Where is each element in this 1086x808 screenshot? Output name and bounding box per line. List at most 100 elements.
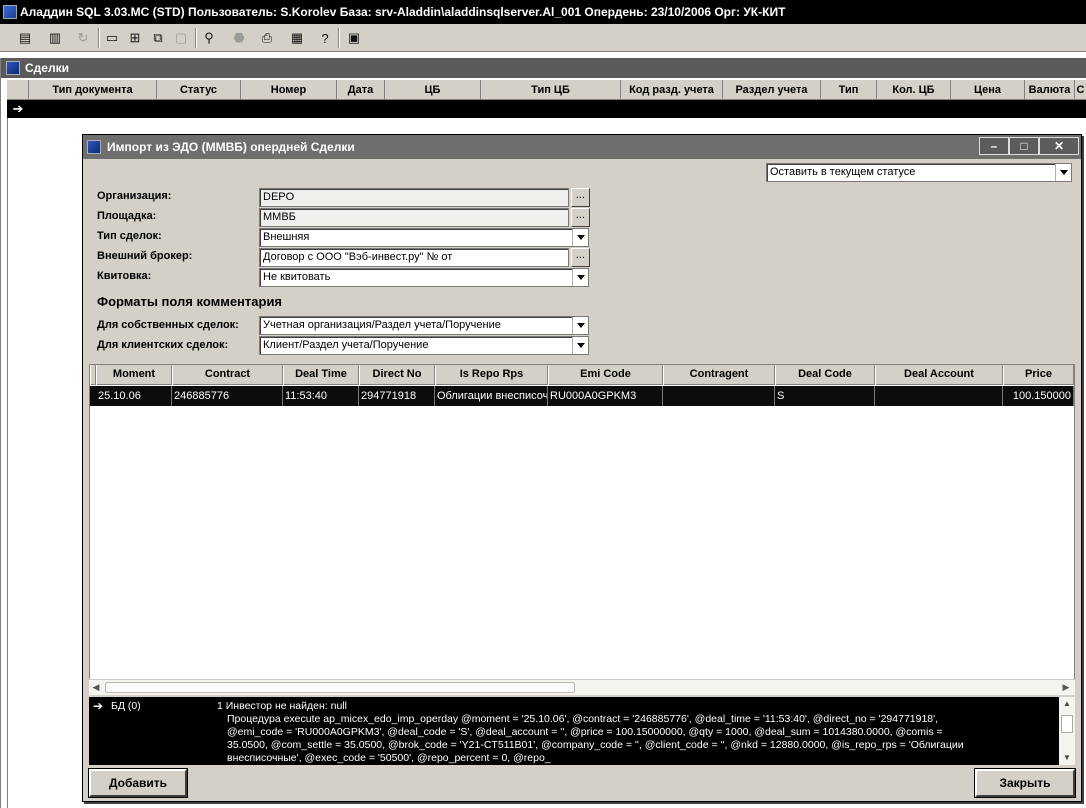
grid-col-deal-account[interactable]: Deal Account xyxy=(875,365,1003,385)
log-scroll-thumb[interactable] xyxy=(1061,715,1073,733)
window-icon[interactable]: ▭ xyxy=(101,27,123,49)
grid-col-contragent[interactable]: Contragent xyxy=(663,365,775,385)
log-line: внесписочные', @exec_code = '50500', @re… xyxy=(227,752,551,764)
grid-col-price[interactable]: Price xyxy=(1003,365,1074,385)
broker-label: Внешний брокер: xyxy=(97,250,193,262)
deals-col-doc-type[interactable]: Тип документа xyxy=(29,80,157,100)
log-vertical-scrollbar[interactable]: ▲ ▼ xyxy=(1059,697,1075,765)
deals-window-icon xyxy=(6,61,20,75)
import-dialog: Импорт из ЭДО (ММВБ) опердней Сделки – □… xyxy=(82,134,1082,802)
chevron-down-icon[interactable] xyxy=(572,317,588,334)
deals-col-security-type[interactable]: Тип ЦБ xyxy=(481,80,621,100)
scroll-thumb[interactable] xyxy=(105,682,575,693)
deals-col-number[interactable]: Номер xyxy=(241,80,337,100)
import-grid: Moment Contract Deal Time Direct No Is R… xyxy=(89,364,1075,694)
import-dialog-title-bar: Импорт из ЭДО (ММВБ) опердней Сделки – □… xyxy=(83,135,1081,159)
log-messages: 1 Инвестор не найден: null Процедура exe… xyxy=(217,700,1052,765)
status-select-value: Оставить в текущем статусе xyxy=(770,166,916,178)
matching-select[interactable]: Не квитовать xyxy=(259,268,589,287)
grid-col-is-repo-rps[interactable]: Is Repo Rps xyxy=(435,365,548,385)
refresh-icon[interactable]: ↻ xyxy=(72,27,94,49)
app-title-bar: Аладдин SQL 3.03.MC (STD) Пользователь: … xyxy=(0,0,1086,24)
venue-field[interactable]: ММВБ xyxy=(259,208,569,227)
deals-col-quantity[interactable]: Кол. ЦБ xyxy=(877,80,951,100)
import-dialog-title: Импорт из ЭДО (ММВБ) опердней Сделки xyxy=(107,140,355,154)
maximize-button[interactable]: □ xyxy=(1009,137,1039,155)
document-icon[interactable]: ▤ xyxy=(14,27,36,49)
deals-col-section-code[interactable]: Код разд. учета xyxy=(621,80,723,100)
cell-deal-time[interactable]: 11:53:40 xyxy=(283,386,359,406)
deals-col-date[interactable]: Дата xyxy=(337,80,385,100)
chevron-down-icon[interactable] xyxy=(572,337,588,354)
cell-price[interactable]: 100.150000 xyxy=(1003,386,1074,406)
cell-direct-no[interactable]: 294771918 xyxy=(359,386,435,406)
log-line: @emi_code = 'RU000A0GPKM3', @deal_code =… xyxy=(227,726,943,738)
deals-col-status[interactable]: Статус xyxy=(157,80,241,100)
client-deals-format-select[interactable]: Клиент/Раздел учета/Поручение xyxy=(259,336,589,355)
cascade-icon[interactable]: ⧉ xyxy=(147,27,169,49)
help-icon[interactable]: ? xyxy=(314,27,336,49)
venue-field-value: ММВБ xyxy=(263,211,296,223)
org-browse-button[interactable]: ... xyxy=(571,188,590,207)
grid-col-moment[interactable]: Moment xyxy=(96,365,172,385)
minimize-all-icon[interactable]: ▢ xyxy=(170,27,192,49)
print-icon[interactable]: ⎙ xyxy=(256,27,278,49)
log-source: БД (0) xyxy=(111,700,141,712)
cell-moment[interactable]: 25.10.06 xyxy=(96,386,172,406)
log-line: 35.0500, @com_settle = 35.0500, @brok_co… xyxy=(227,739,964,751)
grid-col-emi-code[interactable]: Emi Code xyxy=(548,365,663,385)
log-panel: ➔ БД (0) 1 Инвестор не найден: null Проц… xyxy=(89,697,1075,765)
deals-col-price[interactable]: Цена xyxy=(951,80,1025,100)
tile-icon[interactable]: ⊞ xyxy=(124,27,146,49)
app-icon xyxy=(3,5,17,19)
deals-window-title: Сделки xyxy=(25,61,69,75)
close-button[interactable]: Закрыть xyxy=(974,768,1076,798)
cell-contract[interactable]: 246885776 xyxy=(172,386,283,406)
stop-icon[interactable]: ⬣ xyxy=(228,27,250,49)
deals-window-title-bar: Сделки xyxy=(1,58,1086,78)
deal-type-select[interactable]: Внешняя xyxy=(259,228,589,247)
chevron-down-icon[interactable] xyxy=(1055,164,1071,181)
archive-icon[interactable]: ▥ xyxy=(44,27,66,49)
grid-col-deal-time[interactable]: Deal Time xyxy=(283,365,359,385)
cell-is-repo-rps[interactable]: Облигации внесписоч xyxy=(435,386,548,406)
scroll-left-icon[interactable]: ◀ xyxy=(89,680,103,695)
grid-col-contract[interactable]: Contract xyxy=(172,365,283,385)
close-window-button[interactable]: ✕ xyxy=(1039,137,1079,155)
deals-col-type[interactable]: Тип xyxy=(821,80,877,100)
settings-icon[interactable]: ▣ xyxy=(343,27,365,49)
add-button[interactable]: Добавить xyxy=(88,768,188,798)
grid-horizontal-scrollbar[interactable]: ◀ ▶ xyxy=(89,679,1075,695)
table-row[interactable]: 25.10.06 246885776 11:53:40 294771918 Об… xyxy=(90,386,1074,406)
client-deals-format-value: Клиент/Раздел учета/Поручение xyxy=(263,339,429,351)
grid-col-direct-no[interactable]: Direct No xyxy=(359,365,435,385)
broker-browse-button[interactable]: ... xyxy=(571,248,590,267)
org-field[interactable]: DEPO xyxy=(259,188,569,207)
chevron-down-icon[interactable] xyxy=(572,269,588,286)
deal-type-value: Внешняя xyxy=(263,231,310,243)
matching-label: Квитовка: xyxy=(97,270,152,282)
deals-col-extra[interactable]: С xyxy=(1075,80,1086,100)
export-icon[interactable]: ▦ xyxy=(286,27,308,49)
deals-table-row[interactable]: ➔ xyxy=(7,100,1086,118)
scroll-right-icon[interactable]: ▶ xyxy=(1059,680,1073,695)
status-select[interactable]: Оставить в текущем статусе xyxy=(766,163,1072,182)
deals-col-security[interactable]: ЦБ xyxy=(385,80,481,100)
find-icon[interactable]: ⚲ xyxy=(198,27,220,49)
chevron-down-icon[interactable] xyxy=(572,229,588,246)
minimize-button[interactable]: – xyxy=(979,137,1009,155)
own-deals-label: Для собственных сделок: xyxy=(97,319,239,331)
scroll-up-icon[interactable]: ▲ xyxy=(1059,697,1075,711)
deals-col-currency[interactable]: Валюта xyxy=(1025,80,1075,100)
dialog-icon xyxy=(87,140,101,154)
cell-deal-code[interactable]: S xyxy=(775,386,875,406)
deals-col-section[interactable]: Раздел учета xyxy=(723,80,821,100)
cell-emi-code[interactable]: RU000A0GPKM3 xyxy=(548,386,663,406)
cell-contragent[interactable] xyxy=(663,386,775,406)
broker-field[interactable]: Договор с ООО "Вэб-инвест.ру" № от xyxy=(259,248,569,267)
grid-col-deal-code[interactable]: Deal Code xyxy=(775,365,875,385)
scroll-down-icon[interactable]: ▼ xyxy=(1059,751,1075,765)
cell-deal-account[interactable] xyxy=(875,386,1003,406)
venue-browse-button[interactable]: ... xyxy=(571,208,590,227)
own-deals-format-select[interactable]: Учетная организация/Раздел учета/Поручен… xyxy=(259,316,589,335)
